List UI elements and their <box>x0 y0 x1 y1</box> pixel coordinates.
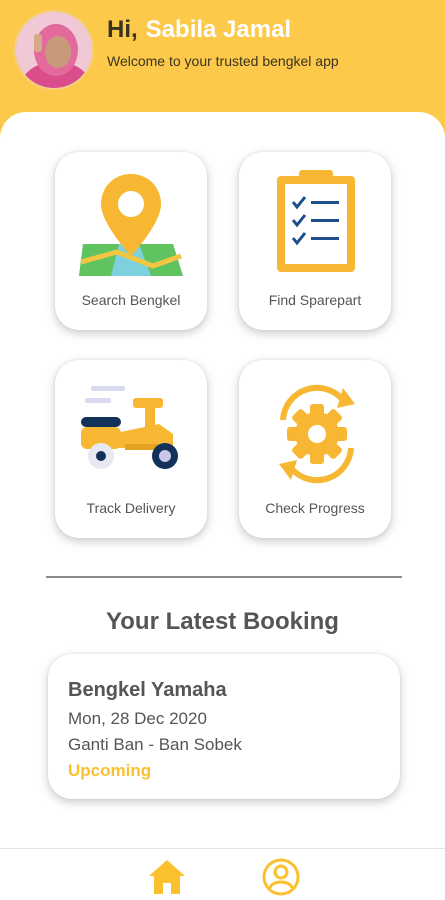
check-progress-card[interactable]: Check Progress <box>239 360 391 538</box>
latest-booking-card[interactable]: Bengkel Yamaha Mon, 28 Dec 2020 Ganti Ba… <box>48 654 400 799</box>
find-sparepart-label: Find Sparepart <box>268 292 362 308</box>
latest-booking-title: Your Latest Booking <box>106 608 339 635</box>
checklist-clipboard-icon <box>277 170 355 272</box>
profile-icon <box>262 858 300 896</box>
user-name: Sabila Jamal <box>145 16 292 43</box>
check-progress-label: Check Progress <box>265 500 365 516</box>
nav-home[interactable] <box>147 857 187 897</box>
track-delivery-card[interactable]: Track Delivery <box>55 360 207 538</box>
booking-status: Upcoming <box>68 761 152 780</box>
gear-refresh-icon <box>279 384 355 484</box>
nav-profile[interactable] <box>261 857 301 897</box>
map-pin-icon <box>79 174 183 276</box>
greeting-hi: Hi, <box>107 16 138 43</box>
bottom-nav <box>0 848 445 900</box>
scooter-icon <box>81 386 178 469</box>
booking-service: Ganti Ban - Ban Sobek <box>68 735 242 754</box>
search-bengkel-label: Search Bengkel <box>81 292 181 308</box>
home-icon <box>149 860 185 894</box>
search-bengkel-card[interactable]: Search Bengkel <box>55 152 207 330</box>
divider <box>46 576 402 578</box>
track-delivery-label: Track Delivery <box>86 500 176 516</box>
find-sparepart-card[interactable]: Find Sparepart <box>239 152 391 330</box>
booking-shop: Bengkel Yamaha <box>68 679 227 701</box>
greeting: Hi, Sabila Jamal <box>107 16 291 44</box>
booking-date: Mon, 28 Dec 2020 <box>68 709 207 728</box>
app-header: Hi, Sabila Jamal Welcome to your trusted … <box>0 0 445 125</box>
avatar[interactable] <box>14 10 94 90</box>
welcome-subtitle: Welcome to your trusted bengkel app <box>107 53 339 69</box>
